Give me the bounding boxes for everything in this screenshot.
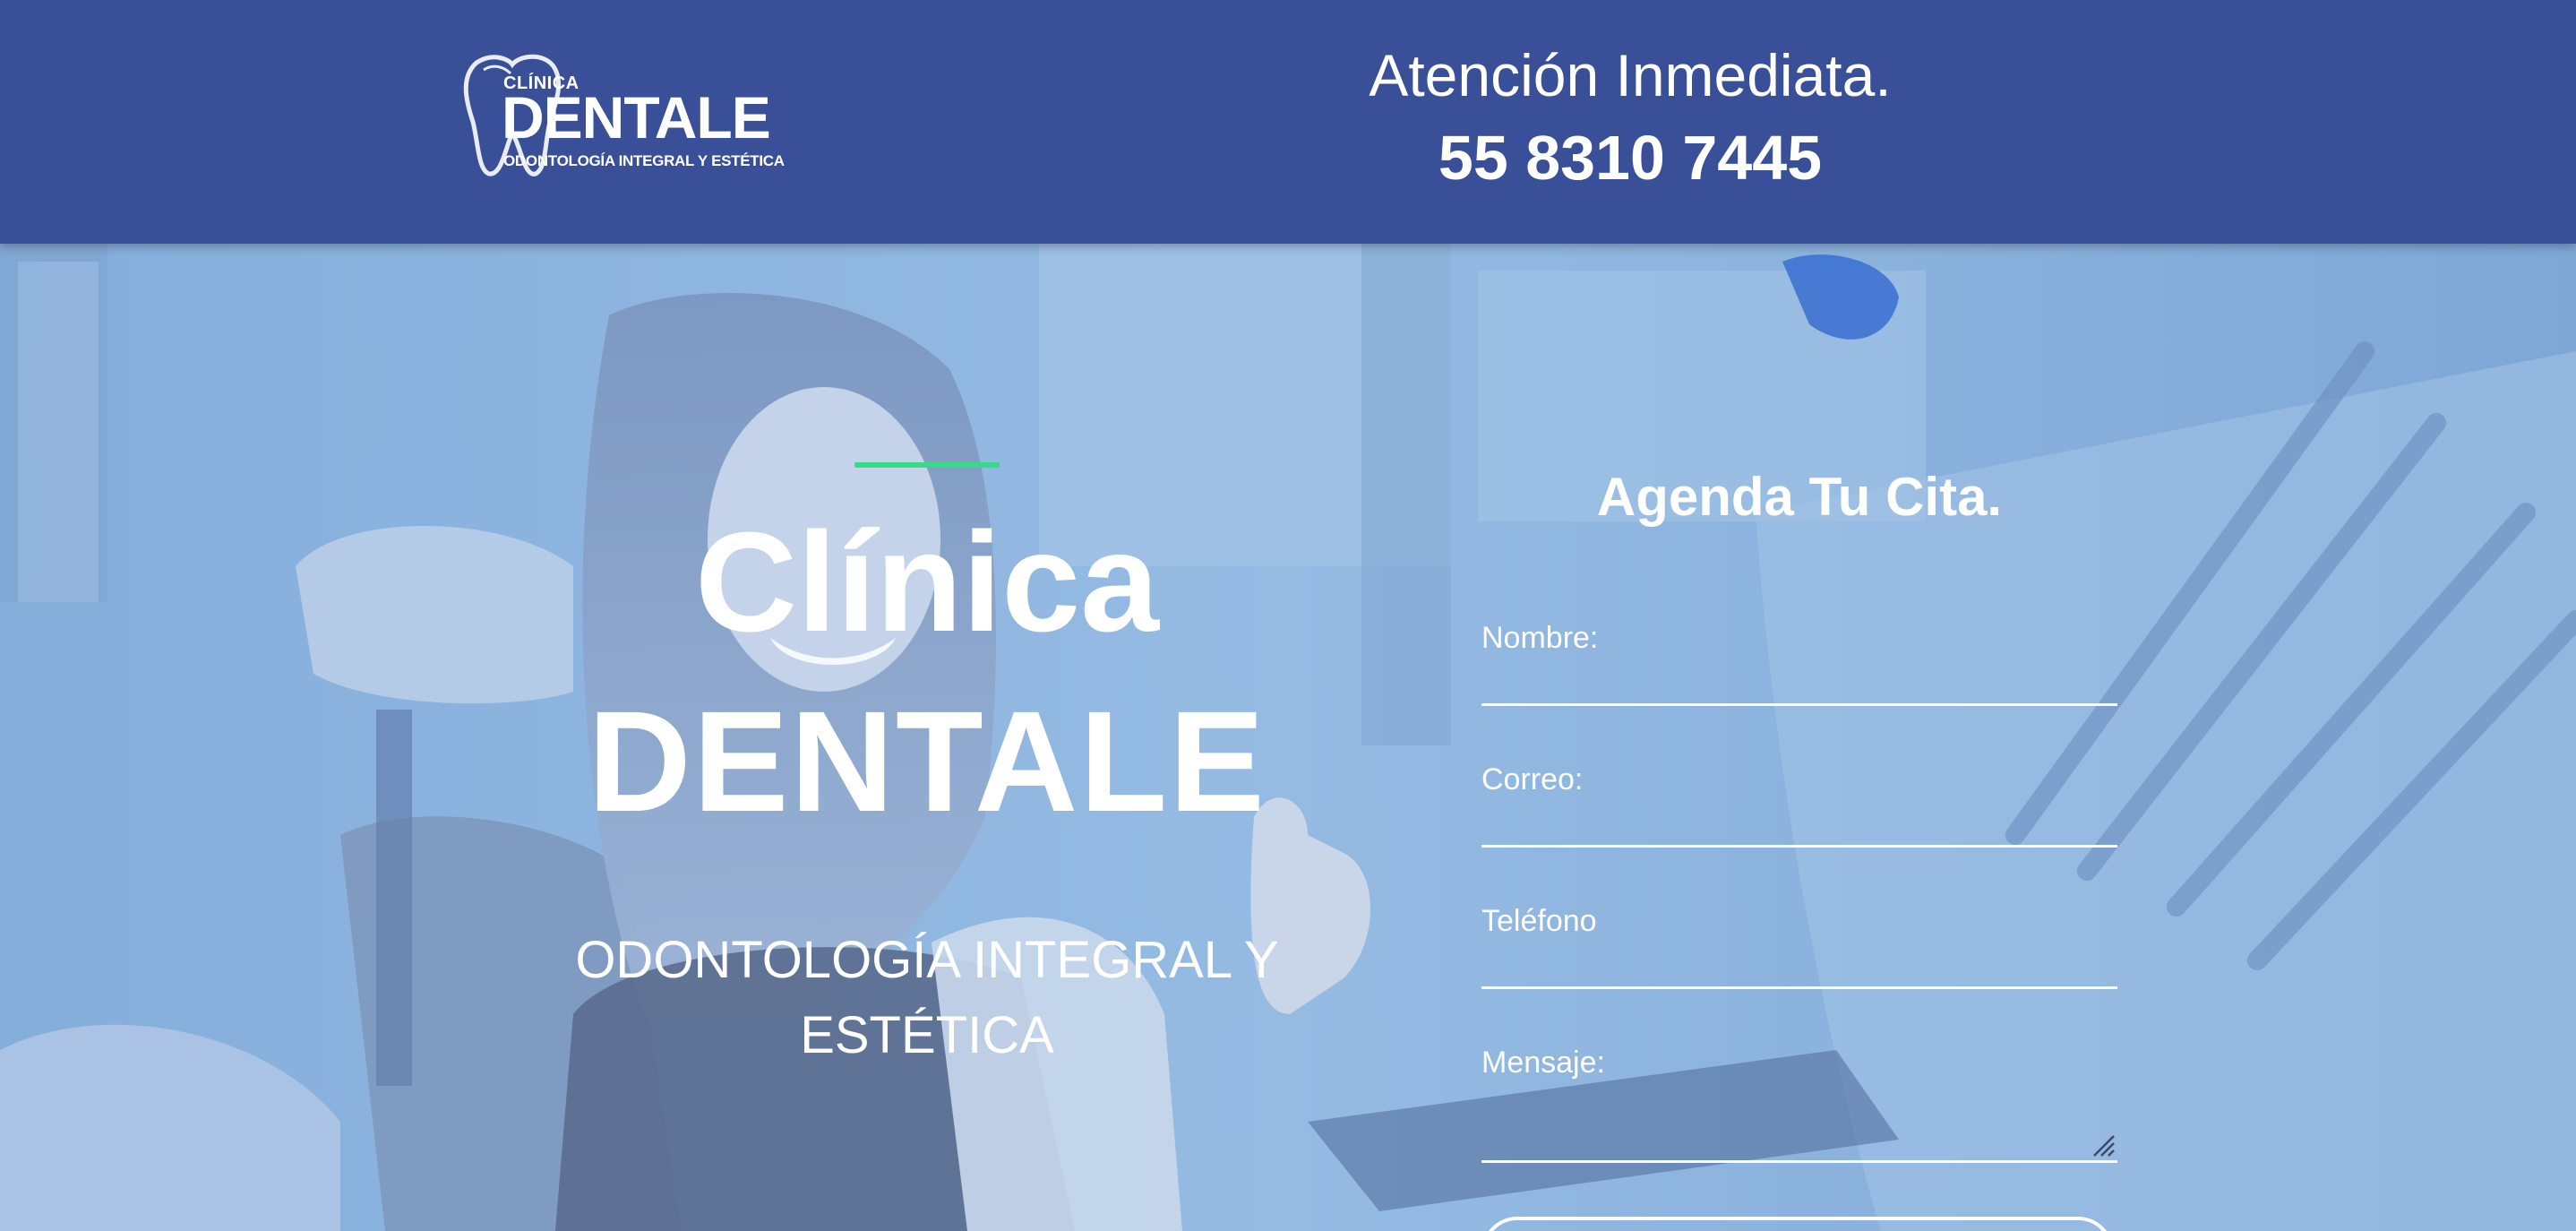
phone-number[interactable]: 55 8310 7445 — [1290, 116, 1971, 199]
email-field: Correo: — [1481, 760, 2117, 848]
accent-line — [854, 462, 1000, 468]
phone-field: Teléfono — [1481, 901, 2117, 989]
name-label: Nombre: — [1481, 621, 1599, 655]
site-header: CLÍNICA DENTALE ODONTOLOGÍA INTEGRAL Y E… — [0, 0, 2576, 244]
attention-text: Atención Inmediata. — [1369, 42, 1892, 108]
logo-name: DENTALE — [502, 84, 771, 151]
logo-tagline: ODONTOLOGÍA INTEGRAL Y ESTÉTICA — [503, 152, 785, 169]
message-label: Mensaje: — [1481, 1046, 1605, 1080]
phone-label: Teléfono — [1481, 904, 1597, 938]
name-input[interactable] — [1481, 667, 2117, 706]
email-label: Correo: — [1481, 762, 1584, 796]
message-textarea[interactable] — [1481, 1088, 2117, 1163]
name-field: Nombre: — [1481, 618, 2117, 706]
message-field: Mensaje: — [1481, 1043, 2117, 1163]
hero-title-line1: Clínica — [694, 504, 1160, 661]
hero-title-line2: DENTALE — [588, 681, 1267, 841]
form-title: Agenda Tu Cita. — [1596, 467, 2003, 527]
header-contact: Atención Inmediata. 55 8310 7445 — [1290, 34, 1971, 199]
phone-input[interactable] — [1481, 950, 2117, 989]
hero-subtitle: ODONTOLOGÍA INTEGRAL Y ESTÉTICA — [575, 931, 1279, 1064]
submit-button[interactable] — [1481, 1217, 2114, 1231]
resize-grip-icon[interactable] — [2091, 1132, 2116, 1158]
landing-page: CLÍNICA DENTALE ODONTOLOGÍA INTEGRAL Y E… — [0, 0, 2576, 1231]
clinic-logo[interactable]: CLÍNICA DENTALE ODONTOLOGÍA INTEGRAL Y E… — [457, 50, 785, 179]
email-input[interactable] — [1481, 808, 2117, 848]
